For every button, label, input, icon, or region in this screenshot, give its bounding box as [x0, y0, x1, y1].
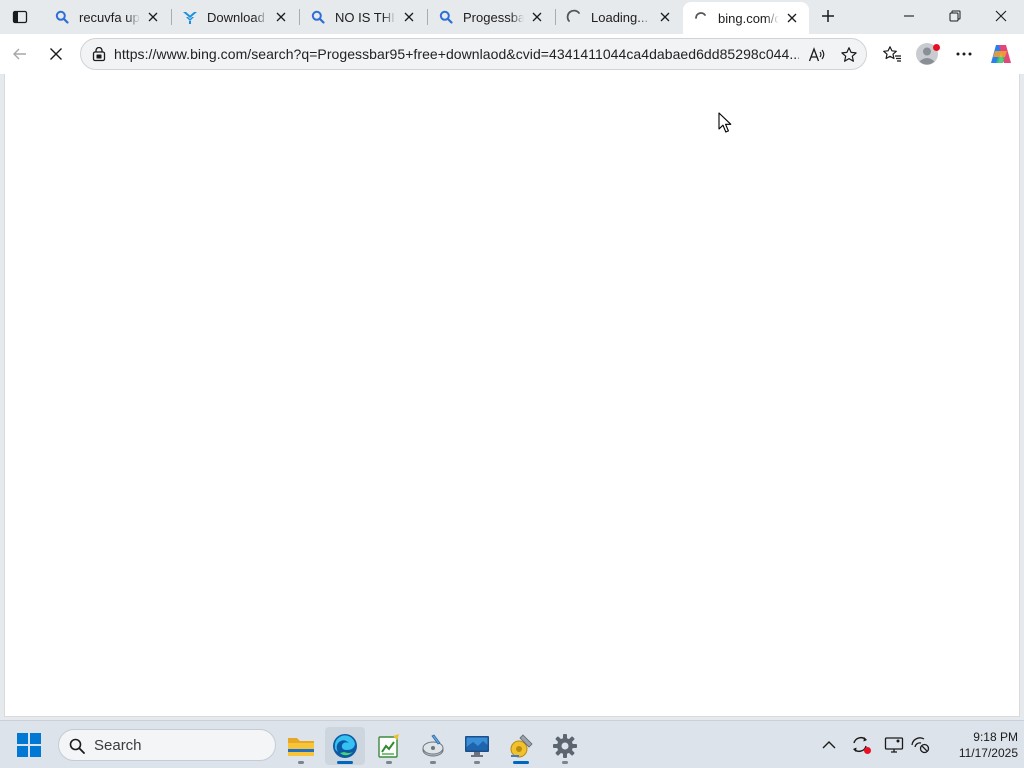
taskbar-edge[interactable]	[325, 727, 365, 765]
close-icon[interactable]	[144, 8, 162, 26]
minimize-icon	[904, 15, 914, 17]
tab-title: Progessbar9	[463, 9, 524, 25]
close-window-button[interactable]	[978, 0, 1024, 32]
active-indicator	[337, 761, 353, 764]
search-icon	[310, 9, 326, 25]
star-icon	[841, 47, 857, 62]
browser-toolbar: https://www.bing.com/search?q=Progessbar…	[0, 34, 1024, 74]
tab-actions-icon	[12, 10, 28, 24]
taskbar-notepad-chart[interactable]	[369, 727, 409, 765]
monitor-icon	[465, 736, 489, 757]
running-indicator	[474, 761, 480, 764]
tab-actions-button[interactable]	[6, 4, 34, 30]
favorites-button[interactable]	[877, 39, 907, 69]
windows-logo-icon	[17, 733, 41, 757]
tab-strip: recuvfa upto Download R NO IS THIS Proge…	[0, 0, 1024, 34]
settings-more-button[interactable]	[949, 39, 979, 69]
taskbar-display-app[interactable]	[457, 727, 497, 765]
close-icon[interactable]	[400, 8, 418, 26]
mouse-cursor-icon	[718, 112, 732, 133]
arrow-left-icon	[13, 48, 26, 60]
close-icon	[995, 10, 1007, 22]
search-icon	[438, 9, 454, 25]
tab-recuvfa[interactable]: recuvfa upto	[44, 0, 170, 34]
notepad-chart-icon	[378, 734, 399, 758]
download-logo-icon	[182, 9, 198, 25]
tab-bing-active[interactable]: bing.com/ck	[683, 2, 809, 34]
close-icon[interactable]	[528, 8, 546, 26]
chevron-up-icon	[822, 741, 836, 749]
tray-network-button[interactable]	[908, 733, 932, 757]
stop-loading-button[interactable]	[41, 39, 71, 69]
plus-icon	[822, 10, 834, 22]
tab-title: recuvfa upto	[79, 9, 140, 25]
taskbar-tool-app[interactable]	[501, 727, 541, 765]
page-content-area[interactable]	[4, 74, 1020, 717]
loading-spinner-icon	[566, 9, 582, 25]
taskbar-settings[interactable]	[545, 727, 585, 765]
taskbar-clock[interactable]: 9:18 PM 11/17/2025	[938, 729, 1018, 761]
clock-time: 9:18 PM	[973, 730, 1018, 744]
favorite-button[interactable]	[837, 43, 861, 67]
taskbar-disk-cleanup[interactable]	[413, 727, 453, 765]
gear-icon	[553, 734, 577, 758]
tab-title: Loading...	[591, 9, 649, 25]
profile-notification-badge	[933, 44, 940, 51]
taskbar-file-explorer[interactable]	[281, 727, 321, 765]
tray-display-button[interactable]	[882, 733, 906, 757]
close-icon[interactable]	[783, 9, 801, 27]
close-icon[interactable]	[272, 8, 290, 26]
restore-icon	[949, 10, 961, 22]
taskbar-search-box[interactable]: Search	[58, 729, 276, 761]
folder-icon	[288, 738, 314, 756]
new-tab-button[interactable]	[814, 3, 842, 29]
running-indicator	[430, 761, 436, 764]
url-text[interactable]: https://www.bing.com/search?q=Progessbar…	[114, 46, 799, 63]
more-dots-icon	[956, 52, 972, 56]
taskbar-search-label: Search	[94, 737, 142, 754]
favorites-list-icon	[883, 46, 901, 62]
tab-no-is-this[interactable]: NO IS THIS	[300, 0, 426, 34]
tools-icon	[510, 734, 533, 758]
tab-title: bing.com/ck	[718, 10, 779, 26]
tab-title: NO IS THIS	[335, 9, 396, 25]
close-icon	[50, 48, 62, 60]
tab-loading[interactable]: Loading...	[556, 0, 682, 34]
restore-button[interactable]	[932, 0, 978, 32]
read-aloud-button[interactable]	[805, 43, 829, 67]
sync-alert-icon	[853, 737, 871, 754]
address-bar[interactable]: https://www.bing.com/search?q=Progessbar…	[80, 38, 867, 70]
clock-date: 11/17/2025	[958, 746, 1018, 760]
read-aloud-icon	[808, 47, 825, 62]
tray-sync-button[interactable]	[849, 733, 873, 757]
running-indicator	[386, 761, 392, 764]
minimize-button[interactable]	[886, 0, 932, 32]
close-icon[interactable]	[656, 8, 674, 26]
loading-spinner-icon	[693, 10, 709, 26]
show-hidden-icons-button[interactable]	[817, 733, 841, 757]
active-indicator	[513, 761, 529, 764]
running-indicator	[562, 761, 568, 764]
start-button[interactable]	[14, 731, 44, 759]
search-icon	[68, 737, 86, 755]
copilot-icon	[991, 45, 1011, 63]
network-disconnected-icon	[911, 737, 930, 754]
site-info-icon[interactable]	[89, 45, 109, 65]
copilot-button[interactable]	[986, 39, 1016, 69]
tab-title: Download R	[207, 9, 268, 25]
search-icon	[54, 9, 70, 25]
edge-browser-icon	[333, 734, 357, 758]
tab-progessbar[interactable]: Progessbar9	[428, 0, 554, 34]
tab-download[interactable]: Download R	[172, 0, 298, 34]
taskbar: Search 9:18 PM 11/17/2025	[0, 720, 1024, 768]
display-network-icon	[884, 737, 904, 753]
running-indicator	[298, 761, 304, 764]
back-button[interactable]	[5, 39, 35, 69]
disk-cleanup-icon	[422, 734, 444, 757]
